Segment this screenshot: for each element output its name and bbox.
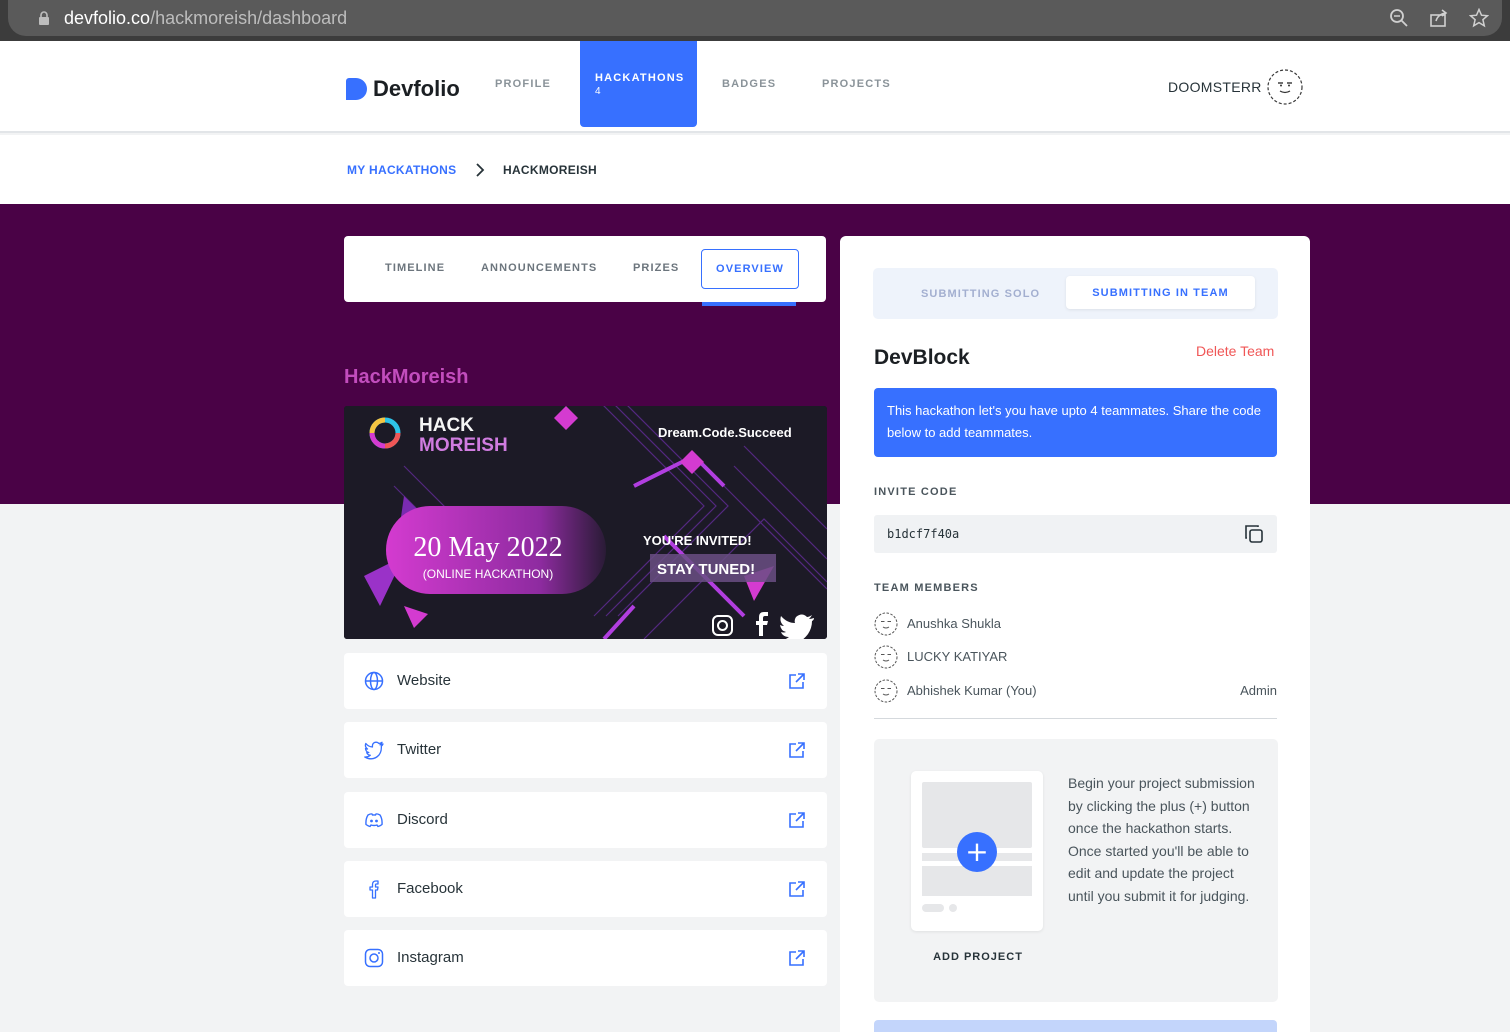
- facebook-icon: [369, 880, 379, 899]
- add-project-label: ADD PROJECT: [933, 951, 1023, 963]
- team-panel: SUBMITTING SOLO SUBMITTING IN TEAM DevBl…: [840, 236, 1310, 1032]
- team-member: LUCKY KATIYAR: [874, 645, 1277, 669]
- tab-prizes[interactable]: PRIZES: [633, 262, 679, 274]
- add-project-plus-button[interactable]: +: [957, 832, 997, 872]
- delete-team-button[interactable]: Delete Team: [1196, 343, 1274, 359]
- external-link-icon[interactable]: [788, 672, 806, 690]
- tab-announcements[interactable]: ANNOUNCEMENTS: [481, 262, 597, 274]
- devfolio-logo-icon: [346, 78, 367, 100]
- tab-active-indicator: [702, 302, 796, 306]
- add-project-description: Begin your project submission by clickin…: [1068, 775, 1255, 904]
- banner-invited: YOU'RE INVITED!: [643, 533, 752, 548]
- tab-overview[interactable]: OVERVIEW: [701, 249, 799, 289]
- member-avatar-icon: [874, 645, 898, 669]
- link-instagram[interactable]: Instagram: [344, 930, 827, 986]
- nav-profile[interactable]: PROFILE: [495, 41, 551, 127]
- toggle-submitting-solo[interactable]: SUBMITTING SOLO: [921, 288, 1040, 300]
- member-name: Abhishek Kumar (You): [907, 683, 1037, 698]
- submit-project-button[interactable]: [874, 1020, 1277, 1032]
- twitter-icon: [364, 741, 384, 760]
- nav-projects-label: PROJECTS: [822, 78, 891, 90]
- address-bar[interactable]: devfolio.co/hackmoreish/dashboard: [8, 0, 1502, 36]
- breadcrumb: MY HACKATHONS HACKMOREISH: [0, 135, 1510, 204]
- link-website[interactable]: Website: [344, 653, 827, 709]
- link-website-label: Website: [397, 672, 451, 689]
- invite-code-value: b1dcf7f40a: [887, 527, 960, 541]
- placeholder-block: [949, 904, 957, 912]
- tab-timeline[interactable]: TIMELINE: [385, 262, 445, 274]
- nav-badges[interactable]: BADGES: [722, 41, 776, 127]
- member-name: LUCKY KATIYAR: [907, 649, 1008, 664]
- breadcrumb-current: HACKMOREISH: [503, 163, 597, 177]
- member-name: Anushka Shukla: [907, 616, 1001, 631]
- member-avatar-icon: [874, 612, 898, 636]
- url-text[interactable]: devfolio.co/hackmoreish/dashboard: [64, 8, 347, 29]
- external-link-icon[interactable]: [788, 741, 806, 759]
- hackathon-banner: HACK MOREISH Dream.Code.Succeed 20 May 2…: [344, 406, 827, 639]
- external-link-icon[interactable]: [788, 811, 806, 829]
- nav-hackathons-label: HACKATHONS: [595, 71, 685, 84]
- invite-code-label: INVITE CODE: [874, 486, 958, 498]
- banner-stay-tuned: STAY TUNED!: [657, 561, 755, 578]
- copy-icon[interactable]: [1243, 523, 1265, 545]
- nav-hackathons[interactable]: HACKATHONS 4: [580, 41, 697, 127]
- chevron-right-icon: [476, 163, 485, 177]
- link-instagram-label: Instagram: [397, 949, 464, 966]
- submission-mode-toggle: SUBMITTING SOLO SUBMITTING IN TEAM: [873, 268, 1278, 319]
- team-members-label: TEAM MEMBERS: [874, 582, 979, 594]
- add-project-section: + ADD PROJECT Begin your project submiss…: [874, 739, 1278, 1002]
- link-twitter-label: Twitter: [397, 741, 442, 758]
- banner-artwork: HACK MOREISH Dream.Code.Succeed 20 May 2…: [344, 406, 827, 639]
- zoom-icon[interactable]: [1389, 8, 1409, 28]
- placeholder-block: [922, 904, 944, 912]
- link-facebook-label: Facebook: [397, 880, 463, 897]
- link-twitter[interactable]: Twitter: [344, 722, 827, 778]
- teammates-info-alert: This hackathon let's you have upto 4 tea…: [874, 388, 1277, 457]
- toggle-submitting-in-team[interactable]: SUBMITTING IN TEAM: [1066, 276, 1255, 309]
- team-name: DevBlock: [874, 346, 970, 369]
- invite-code-field[interactable]: b1dcf7f40a: [874, 515, 1277, 553]
- external-link-icon[interactable]: [788, 880, 806, 898]
- banner-tagline: Dream.Code.Succeed: [658, 425, 792, 440]
- external-link-icon[interactable]: [788, 949, 806, 967]
- link-discord[interactable]: Discord: [344, 792, 827, 848]
- globe-icon: [364, 671, 384, 691]
- instagram-icon: [364, 948, 384, 968]
- discord-icon: [365, 813, 383, 828]
- member-avatar-icon: [874, 679, 898, 703]
- nav-profile-label: PROFILE: [495, 78, 552, 90]
- hackathons-count: 4: [595, 85, 601, 97]
- logo-text: Devfolio: [373, 76, 460, 101]
- nav-badges-label: BADGES: [722, 78, 777, 90]
- banner-brand-line2: MOREISH: [419, 435, 508, 456]
- hackathon-title: HackMoreish: [344, 366, 469, 388]
- link-facebook[interactable]: Facebook: [344, 861, 827, 917]
- devfolio-logo[interactable]: Devfolio: [346, 76, 460, 102]
- member-role-badge: Admin: [1240, 683, 1277, 698]
- browser-toolbar: devfolio.co/hackmoreish/dashboard: [0, 0, 1510, 41]
- banner-date: 20 May 2022: [413, 532, 562, 563]
- banner-brand-line1: HACK: [419, 415, 474, 436]
- nav-projects[interactable]: PROJECTS: [822, 41, 891, 127]
- banner-mode: (ONLINE HACKATHON): [423, 567, 553, 581]
- team-member: Abhishek Kumar (You) Admin: [874, 679, 1277, 703]
- lock-icon: [39, 11, 49, 25]
- team-member: Anushka Shukla: [874, 612, 1277, 636]
- link-discord-label: Discord: [397, 811, 448, 828]
- hackathon-tabs: TIMELINE ANNOUNCEMENTS PRIZES OVERVIEW: [344, 236, 826, 302]
- breadcrumb-my-hackathons[interactable]: MY HACKATHONS: [347, 163, 456, 177]
- share-icon[interactable]: [1429, 8, 1449, 28]
- star-icon[interactable]: [1469, 8, 1489, 28]
- top-navigation: Devfolio PROFILE HACKATHONS 4 BADGES PRO…: [0, 41, 1510, 133]
- divider: [874, 718, 1277, 719]
- user-avatar-icon[interactable]: [1267, 69, 1303, 105]
- username[interactable]: DOOMSTERR: [1168, 79, 1262, 95]
